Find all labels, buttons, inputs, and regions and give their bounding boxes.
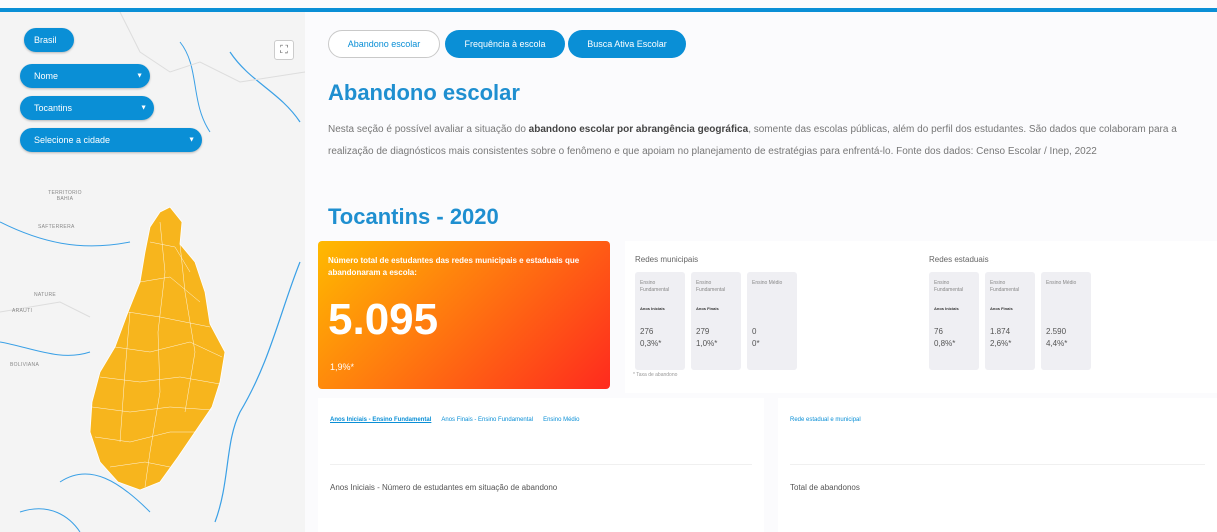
stage-category: Ensino Fundamental	[696, 280, 726, 293]
stage-count: 2.590	[1046, 327, 1067, 336]
map-place-label: BOLIVIANA	[10, 362, 40, 368]
stage-rate: 0,3%*	[640, 339, 662, 348]
stage-count: 0	[752, 327, 757, 336]
divider	[330, 464, 752, 465]
stage-label: Anos Iniciais	[640, 306, 665, 311]
name-select[interactable]: Nome ▼	[20, 64, 150, 88]
stage-tabs: Anos Iniciais - Ensino Fundamental Anos …	[330, 417, 579, 423]
rate-footnote: * Taxa de abandono	[633, 372, 678, 378]
stage-category: Ensino Médio	[752, 280, 783, 286]
map-place-label: TERRITORIO BAHIA	[48, 190, 82, 202]
location-year-title: Tocantins - 2020	[328, 204, 499, 229]
city-select-label: Selecione a cidade	[34, 135, 111, 145]
stage-count: 76	[934, 327, 943, 336]
estadual-anos-finais: Ensino Fundamental Anos Finais 1.874 2,6%…	[985, 272, 1035, 370]
region-button-label: Brasil	[34, 35, 57, 45]
fullscreen-icon[interactable]: ⛶	[274, 40, 294, 60]
total-abandono-card: Número total de estudantes das redes mun…	[318, 241, 610, 389]
estadual-ensino-medio: Ensino Médio 2.590 4,4%*	[1041, 272, 1091, 370]
stage-rate: 4,4%*	[1046, 339, 1068, 348]
municipal-ensino-medio: Ensino Médio 0 0*	[747, 272, 797, 370]
map-place-label: SAFTERRERA	[38, 224, 75, 230]
description-text: Nesta seção é possível avaliar a situaçã…	[328, 124, 529, 135]
tab-anos-finais[interactable]: Anos Finais - Ensino Fundamental	[441, 417, 533, 423]
tab-abandono-escolar[interactable]: Abandono escolar	[328, 30, 440, 58]
stage-chart-title: Anos Iniciais - Número de estudantes em …	[330, 483, 558, 492]
redes-municipais-header: Redes municipais	[635, 255, 699, 264]
stage-rate: 1,0%*	[696, 339, 718, 348]
city-select[interactable]: Selecione a cidade ▼	[20, 128, 202, 152]
stage-chart-panel: Anos Iniciais - Ensino Fundamental Anos …	[318, 398, 764, 532]
stage-category: Ensino Médio	[1046, 280, 1077, 286]
stage-category: Ensino Fundamental	[934, 280, 964, 293]
total-abandono-rate: 1,9%*	[330, 362, 355, 372]
total-abandono-label: Número total de estudantes das redes mun…	[328, 256, 580, 277]
state-select-label: Tocantins	[34, 103, 73, 113]
redes-breakdown-card: Redes municipais Redes estaduais Ensino …	[625, 241, 1217, 393]
map-place-label: ARAUTI	[12, 308, 33, 314]
municipal-anos-finais: Ensino Fundamental Anos Finais 279 1,0%*	[691, 272, 741, 370]
stage-values: 279 1,0%*	[696, 326, 717, 350]
stage-category: Ensino Fundamental	[640, 280, 670, 293]
network-tabs: Rede estadual e municipal	[790, 417, 861, 423]
chevron-down-icon: ▼	[140, 104, 147, 112]
stage-label: Anos Finais	[696, 306, 719, 311]
tab-ensino-medio[interactable]: Ensino Médio	[543, 417, 579, 423]
chevron-down-icon: ▼	[136, 72, 143, 80]
tab-anos-iniciais[interactable]: Anos Iniciais - Ensino Fundamental	[330, 417, 431, 423]
total-chart-panel: Rede estadual e municipal Total de aband…	[778, 398, 1217, 532]
tab-rede-estadual-municipal[interactable]: Rede estadual e municipal	[790, 417, 861, 423]
total-abandono-value: 5.095	[328, 295, 439, 344]
stage-rate: 0*	[752, 339, 760, 348]
page-title: Abandono escolar	[328, 80, 520, 105]
stage-values: 1.874 2,6%*	[990, 326, 1011, 350]
stage-category: Ensino Fundamental	[990, 280, 1020, 293]
stage-values: 76 0,8%*	[934, 326, 955, 350]
tab-frequencia-escola[interactable]: Frequência à escola	[445, 30, 565, 58]
divider	[790, 464, 1205, 465]
map-canvas[interactable]	[0, 12, 305, 532]
tab-busca-ativa-escolar[interactable]: Busca Ativa Escolar	[568, 30, 686, 58]
municipal-anos-iniciais: Ensino Fundamental Anos Iniciais 276 0,3%…	[635, 272, 685, 370]
state-select[interactable]: Tocantins ▼	[20, 96, 154, 120]
stage-rate: 0,8%*	[934, 339, 956, 348]
stage-values: 0 0*	[752, 326, 760, 350]
chevron-down-icon: ▼	[188, 136, 195, 144]
region-button[interactable]: Brasil	[24, 28, 74, 52]
stage-label: Anos Finais	[990, 306, 1013, 311]
name-select-label: Nome	[34, 71, 59, 81]
stage-label: Anos Iniciais	[934, 306, 959, 311]
stage-values: 276 0,3%*	[640, 326, 661, 350]
estadual-anos-iniciais: Ensino Fundamental Anos Iniciais 76 0,8%*	[929, 272, 979, 370]
stage-rate: 2,6%*	[990, 339, 1012, 348]
map-panel[interactable]: Brasil Nome ▼ Tocantins ▼ Selecione a ci…	[0, 12, 305, 532]
stage-count: 276	[640, 327, 654, 336]
stage-count: 279	[696, 327, 710, 336]
map-place-label: NATURE	[34, 292, 56, 298]
total-chart-title: Total de abandonos	[790, 483, 860, 492]
redes-estaduais-header: Redes estaduais	[929, 255, 989, 264]
stage-count: 1.874	[990, 327, 1011, 336]
page-description: Nesta seção é possível avaliar a situaçã…	[328, 119, 1213, 163]
stage-values: 2.590 4,4%*	[1046, 326, 1067, 350]
description-bold: abandono escolar por abrangência geográf…	[528, 124, 749, 135]
